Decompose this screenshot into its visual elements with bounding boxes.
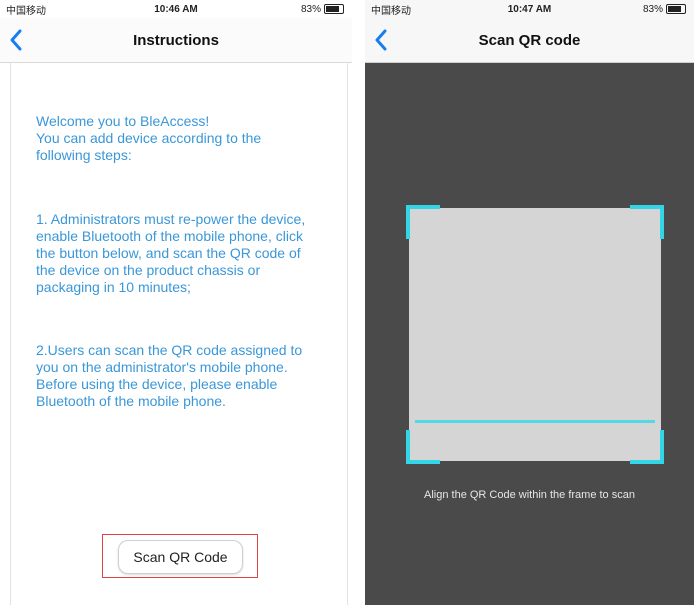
battery-percent: 83% xyxy=(642,3,663,15)
status-time: 10:46 AM xyxy=(154,3,198,15)
battery-indicator: 83% xyxy=(301,4,344,15)
chevron-left-icon[interactable] xyxy=(373,28,389,52)
frame-corner xyxy=(630,205,664,239)
navigation-bar: Instructions xyxy=(0,18,352,63)
instruction-step-2: 2.Users can scan the QR code assigned to… xyxy=(36,342,303,409)
instruction-step-1: 1. Administrators must re-power the devi… xyxy=(36,211,306,295)
instruction-welcome: Welcome you to BleAccess! You can add de… xyxy=(36,113,262,163)
status-bar: 中国移动 10:46 AM 83% xyxy=(0,0,352,18)
battery-icon xyxy=(324,4,344,14)
scan-qr-code-button[interactable]: Scan QR Code xyxy=(118,540,243,574)
page-title: Instructions xyxy=(133,31,219,49)
battery-indicator: 83% xyxy=(643,4,686,15)
scan-hint: Align the QR Code within the frame to sc… xyxy=(424,489,635,501)
frame-corner xyxy=(406,205,440,239)
scan-line xyxy=(415,420,655,423)
qr-scan-frame xyxy=(406,205,664,464)
frame-corner xyxy=(630,430,664,464)
battery-icon xyxy=(666,4,686,14)
instructions-screen: 中国移动 10:46 AM 83% Instructions xyxy=(0,0,352,605)
battery-percent: 83% xyxy=(300,3,321,15)
frame-corner xyxy=(406,430,440,464)
navigation-bar: Scan QR code xyxy=(365,18,694,63)
status-bar: 中国移动 10:47 AM 83% xyxy=(365,0,694,18)
chevron-left-icon[interactable] xyxy=(8,28,24,52)
page-title: Scan QR code xyxy=(478,31,581,49)
